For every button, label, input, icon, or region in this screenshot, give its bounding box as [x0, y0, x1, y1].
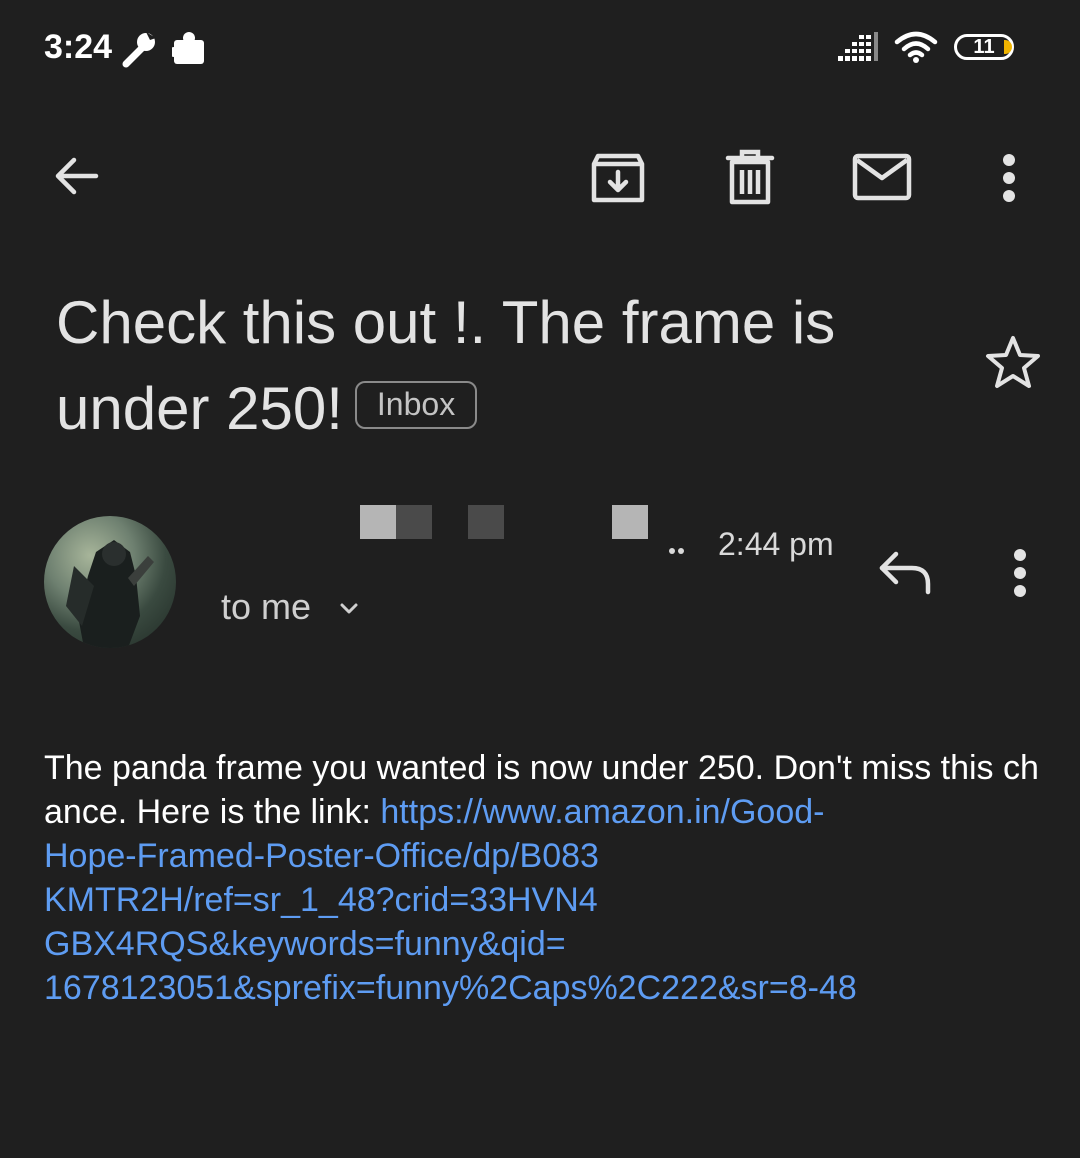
back-arrow-icon[interactable] [50, 150, 102, 202]
more-vert-icon[interactable] [996, 150, 1022, 206]
recipient-toggle[interactable]: to me [221, 586, 359, 628]
inbox-label-chip[interactable]: Inbox [354, 381, 478, 429]
email-body: The panda frame you wanted is now under … [44, 746, 1044, 1010]
battery-level: 11 [973, 35, 995, 58]
link-line: 1678123051&sprefix=funny%2Caps%2C222&sr=… [44, 969, 857, 1007]
link-line: GBX4RQS&keywords=funny&qid= [44, 925, 566, 963]
email-subject: Check this out !. The frame is under 250… [56, 280, 936, 452]
redacted-sender [396, 505, 432, 539]
redacted-sender [612, 505, 648, 539]
sender-avatar[interactable] [44, 516, 176, 648]
mark-unread-icon[interactable] [852, 152, 912, 202]
link-line: KMTR2H/ref=sr_1_48?crid=33HVN4 [44, 881, 598, 919]
battery-charge-indicator [1004, 40, 1012, 54]
delete-icon[interactable] [722, 148, 778, 206]
reply-icon[interactable] [876, 550, 934, 596]
star-icon[interactable] [984, 334, 1042, 392]
link-line: Hope-Framed-Poster-Office/dp/B083 [44, 837, 599, 875]
wrench-icon [122, 32, 156, 68]
archive-icon[interactable] [590, 150, 646, 206]
ellipsis-icon [669, 548, 684, 554]
avatar-figure [66, 540, 154, 648]
battery-icon: 11 [954, 34, 1014, 60]
wifi-icon [894, 31, 938, 63]
message-more-icon[interactable] [1007, 546, 1033, 600]
redacted-sender [360, 505, 396, 539]
link-line: https://www.amazon.in/Good- [380, 793, 825, 831]
puzzle-icon [172, 32, 204, 64]
recipient-text: to me [221, 586, 312, 627]
status-time: 3:24 [44, 28, 113, 66]
email-time: 2:44 pm [718, 526, 834, 562]
chevron-down-icon [340, 603, 358, 614]
signal-icon [838, 32, 878, 61]
redacted-sender [468, 505, 504, 539]
